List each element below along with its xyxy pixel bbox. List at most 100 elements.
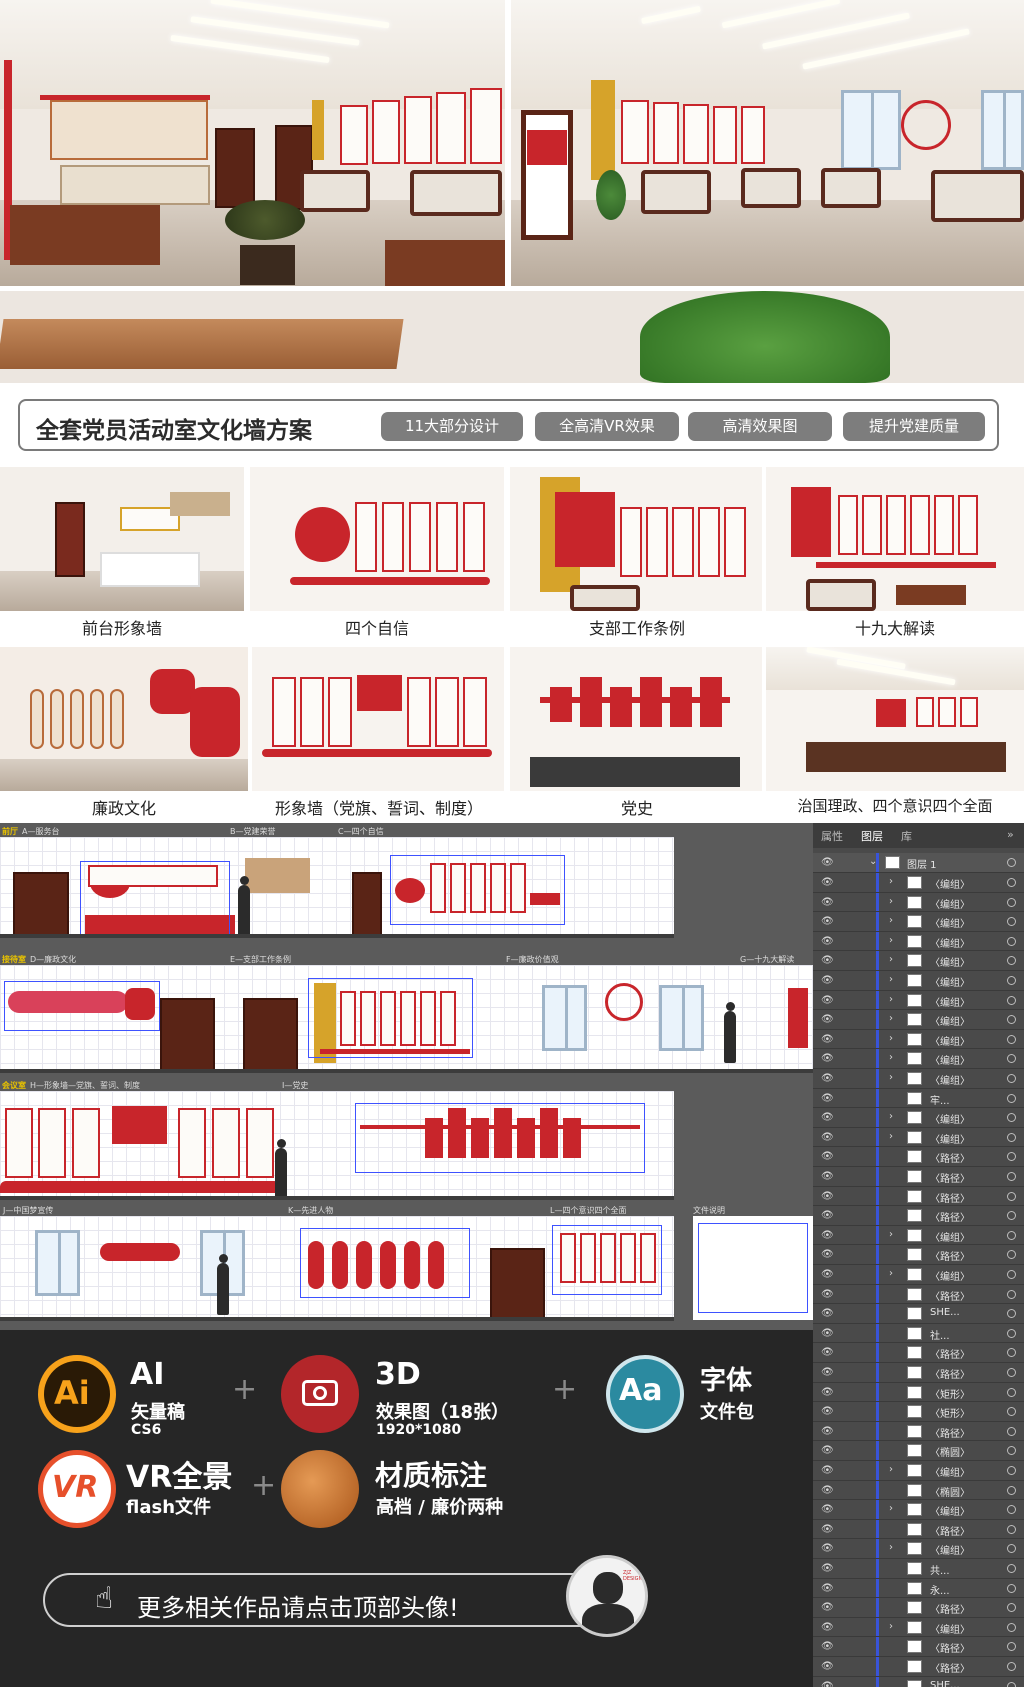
layer-row[interactable]: 👁 〈矩形〉 [813, 1382, 1024, 1403]
layer-row[interactable]: 👁 永... [813, 1578, 1024, 1599]
eye-icon[interactable]: 👁 [821, 1485, 834, 1496]
target-icon[interactable] [1007, 1544, 1016, 1554]
target-icon[interactable] [1007, 1289, 1016, 1299]
eye-icon[interactable]: 👁 [821, 1504, 834, 1515]
layer-row[interactable]: 👁 〈路径〉 [813, 1245, 1024, 1265]
layer-row[interactable]: 👁 〈路径〉 [813, 1284, 1024, 1305]
eye-icon[interactable]: 👁 [821, 1191, 834, 1202]
target-icon[interactable] [1007, 1132, 1016, 1142]
chevron-right-icon[interactable]: › [889, 974, 893, 985]
more-works-button[interactable]: ☝ 更多相关作品请点击顶部头像! [43, 1573, 635, 1627]
chevron-right-icon[interactable]: › [889, 1229, 893, 1240]
eye-icon[interactable]: 👁 [821, 1583, 834, 1594]
chevron-right-icon[interactable]: › [889, 1503, 893, 1514]
layer-row[interactable]: 👁 › 〈编组〉 [813, 1617, 1024, 1638]
eye-icon[interactable]: 👁 [821, 1171, 834, 1182]
chevron-right-icon[interactable]: › [889, 954, 893, 965]
target-icon[interactable] [1007, 956, 1016, 966]
eye-icon[interactable]: 👁 [821, 1387, 834, 1398]
chevron-down-icon[interactable]: ⌄ [869, 856, 877, 867]
target-icon[interactable] [1007, 1113, 1016, 1123]
chevron-right-icon[interactable]: › [889, 1013, 893, 1024]
artboard-canvas[interactable]: 前厅 A—服务台 B—党建荣誉 C—四个自信 接待室 D—廉政文化 E—支部工作… [0, 823, 813, 1330]
layer-row[interactable]: 👁 〈路径〉 [813, 1657, 1024, 1677]
layer-row[interactable]: 👁 › 〈编组〉 [813, 1069, 1024, 1089]
chevron-right-icon[interactable]: › [889, 1464, 893, 1475]
target-icon[interactable] [1007, 1622, 1016, 1632]
chevron-right-icon[interactable]: › [889, 994, 893, 1005]
layer-row[interactable]: 👁 › 〈编组〉 [813, 1225, 1024, 1246]
layer-row[interactable]: 👁 › 〈编组〉 [813, 892, 1024, 913]
layer-row[interactable]: 👁 SHE... [813, 1676, 1024, 1687]
layer-row[interactable]: 👁 › 〈编组〉 [813, 1010, 1024, 1030]
target-icon[interactable] [1007, 1426, 1016, 1436]
target-icon[interactable] [1007, 1309, 1016, 1319]
eye-icon[interactable]: 👁 [821, 1328, 834, 1339]
target-icon[interactable] [1007, 1230, 1016, 1240]
target-icon[interactable] [1007, 995, 1016, 1005]
layer-row[interactable]: 👁 › 〈编组〉 [813, 1539, 1024, 1559]
target-icon[interactable] [1007, 1328, 1016, 1338]
layer-row[interactable]: 👁 牢... [813, 1088, 1024, 1109]
target-icon[interactable] [1007, 1524, 1016, 1534]
panel-expand-icon[interactable]: » [1007, 828, 1014, 841]
layer-row[interactable]: 👁 〈路径〉 [813, 1206, 1024, 1226]
eye-icon[interactable]: 👁 [821, 1465, 834, 1476]
eye-icon[interactable]: 👁 [821, 897, 834, 908]
layer-row[interactable]: 👁 › 〈编组〉 [813, 971, 1024, 991]
layer-row[interactable]: 👁 › 〈编组〉 [813, 873, 1024, 893]
chevron-right-icon[interactable]: › [889, 1033, 893, 1044]
target-icon[interactable] [1007, 1093, 1016, 1103]
layer-row[interactable]: 👁 › 〈编组〉 [813, 1461, 1024, 1481]
eye-icon[interactable]: 👁 [821, 1367, 834, 1378]
layer-row[interactable]: 👁 › 〈编组〉 [813, 1029, 1024, 1050]
eye-icon[interactable]: 👁 [821, 1347, 834, 1358]
target-icon[interactable] [1007, 1270, 1016, 1279]
chevron-right-icon[interactable]: › [889, 1268, 893, 1279]
target-icon[interactable] [1007, 1583, 1016, 1593]
layer-row[interactable]: 👁 〈路径〉 [813, 1637, 1024, 1657]
eye-icon[interactable]: 👁 [821, 1406, 834, 1417]
target-icon[interactable] [1007, 878, 1016, 887]
target-icon[interactable] [1007, 1054, 1016, 1064]
tab-libraries[interactable]: 库 [901, 828, 912, 844]
target-icon[interactable] [1007, 1505, 1016, 1515]
layer-row[interactable]: 👁 〈路径〉 [813, 1186, 1024, 1207]
layer-row[interactable]: 👁 〈路径〉 [813, 1519, 1024, 1540]
target-icon[interactable] [1007, 1250, 1016, 1260]
eye-icon[interactable]: 👁 [821, 1210, 834, 1221]
target-icon[interactable] [1007, 1642, 1016, 1652]
target-icon[interactable] [1007, 976, 1016, 985]
target-icon[interactable] [1007, 858, 1016, 867]
eye-icon[interactable]: 👁 [821, 1112, 834, 1123]
eye-icon[interactable]: 👁 [821, 936, 834, 947]
layer-row[interactable]: 👁 › 〈编组〉 [813, 951, 1024, 971]
target-icon[interactable] [1007, 1015, 1016, 1025]
eye-icon[interactable]: 👁 [821, 1426, 834, 1437]
eye-icon[interactable]: 👁 [821, 1622, 834, 1633]
chevron-right-icon[interactable]: › [889, 1111, 893, 1122]
eye-icon[interactable]: 👁 [821, 1543, 834, 1554]
eye-icon[interactable]: 👁 [821, 1269, 834, 1280]
chevron-right-icon[interactable]: › [889, 1072, 893, 1083]
eye-icon[interactable]: 👁 [821, 857, 834, 868]
layer-row[interactable]: 👁 〈路径〉 [813, 1363, 1024, 1383]
eye-icon[interactable]: 👁 [821, 1053, 834, 1064]
target-icon[interactable] [1007, 1211, 1016, 1221]
target-icon[interactable] [1007, 1485, 1016, 1495]
layer-root-row[interactable]: 👁 ⌄ 图层 1 [813, 853, 1024, 873]
eye-icon[interactable]: 👁 [821, 1230, 834, 1241]
target-icon[interactable] [1007, 1368, 1016, 1377]
target-icon[interactable] [1007, 1603, 1016, 1613]
eye-icon[interactable]: 👁 [821, 1289, 834, 1300]
eye-icon[interactable]: 👁 [821, 1641, 834, 1652]
layer-row[interactable]: 👁 共... [813, 1559, 1024, 1579]
target-icon[interactable] [1007, 917, 1016, 927]
chevron-right-icon[interactable]: › [889, 1621, 893, 1632]
layer-row[interactable]: 👁 〈椭圆〉 [813, 1480, 1024, 1501]
target-icon[interactable] [1007, 897, 1016, 907]
target-icon[interactable] [1007, 1466, 1016, 1475]
target-icon[interactable] [1007, 1387, 1016, 1397]
chevron-right-icon[interactable]: › [889, 1542, 893, 1553]
target-icon[interactable] [1007, 1074, 1016, 1083]
